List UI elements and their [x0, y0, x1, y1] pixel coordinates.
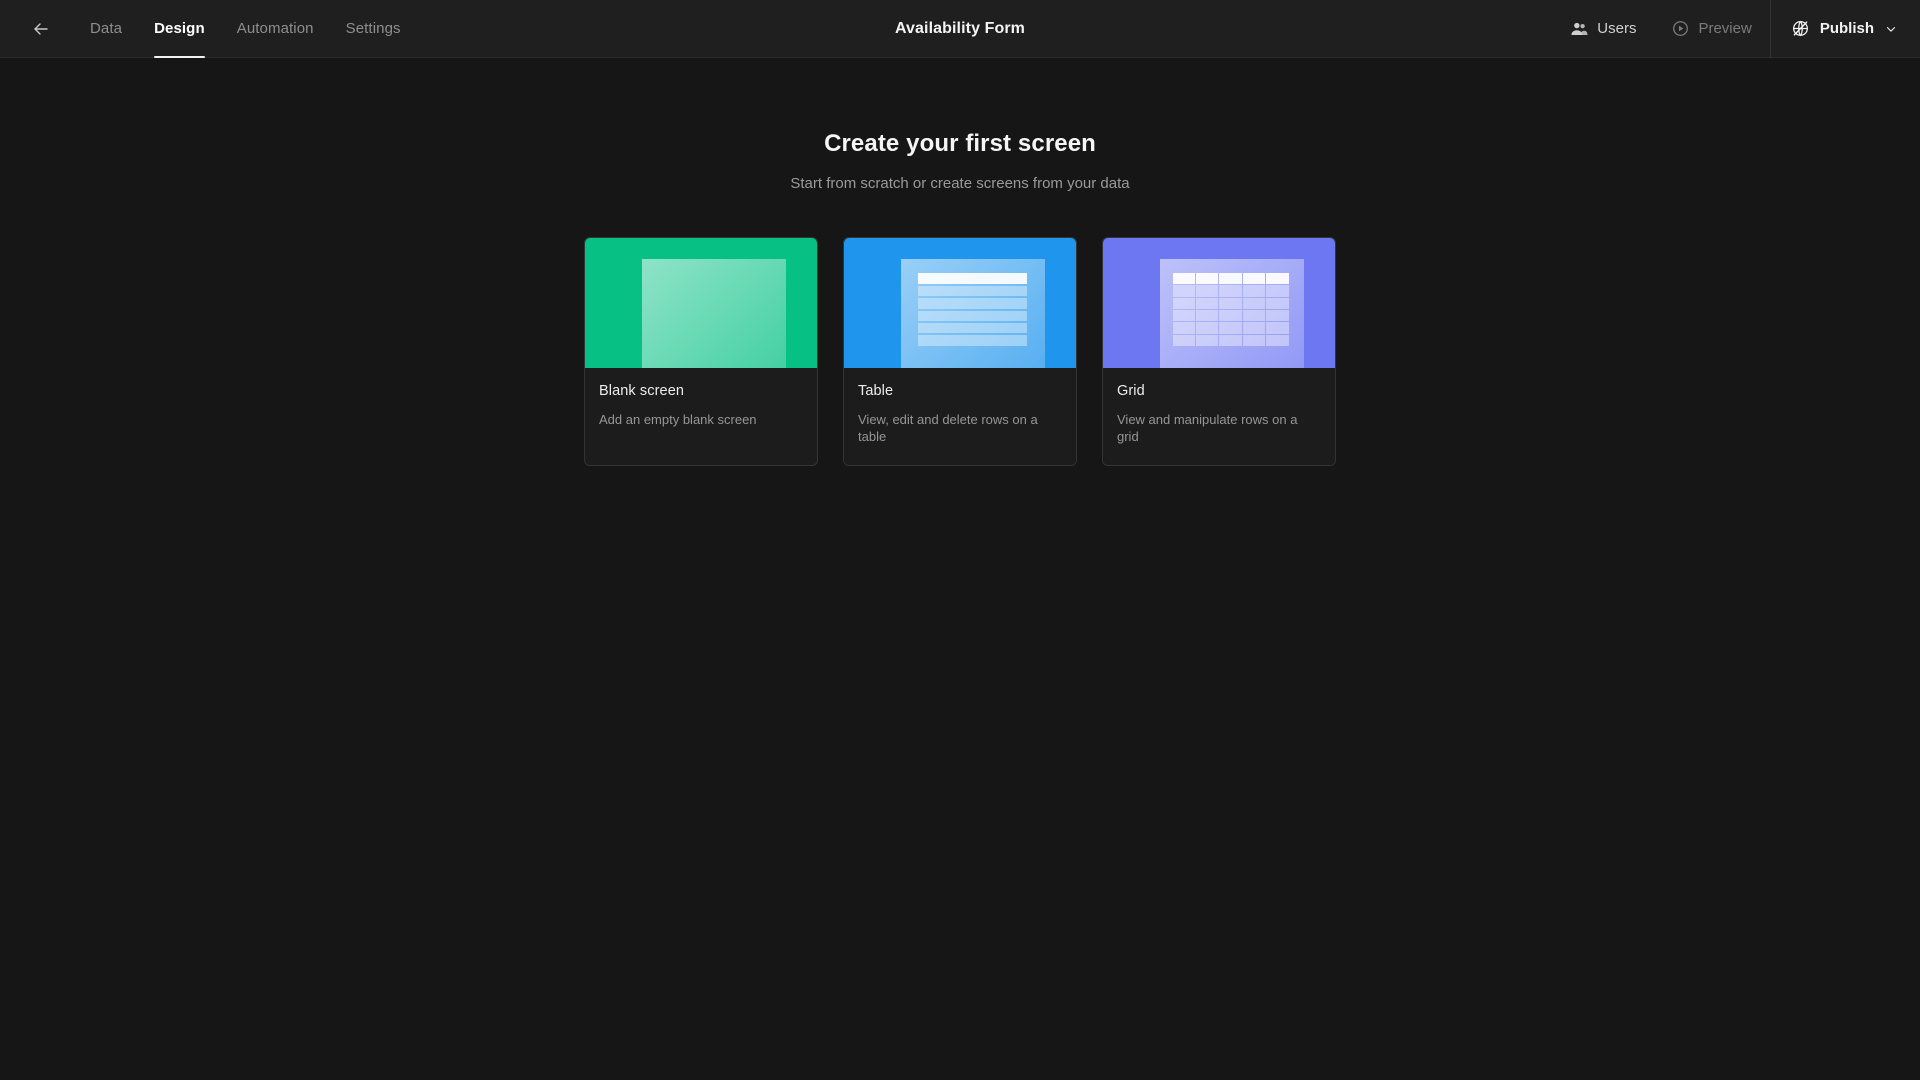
table-thumb-row — [918, 335, 1028, 346]
grid-thumbnail — [1103, 238, 1335, 368]
users-label: Users — [1597, 20, 1637, 37]
grid-thumb-header-cell — [1195, 273, 1219, 285]
users-button[interactable]: Users — [1552, 0, 1654, 57]
table-thumb-row — [918, 310, 1028, 321]
card-blank-screen-description: Add an empty blank screen — [599, 412, 757, 427]
grid-thumb-cell — [1195, 297, 1219, 309]
grid-thumb-header-cell — [1219, 273, 1242, 285]
grid-thumb-cell — [1172, 322, 1195, 334]
users-icon — [1570, 20, 1588, 38]
tab-design[interactable]: Design — [138, 0, 221, 58]
table-thumb-row — [918, 298, 1028, 309]
grid-thumb-cell — [1195, 285, 1219, 297]
card-table-description: View, edit and delete rows on a table — [858, 412, 1038, 444]
grid-thumb-cell — [1266, 297, 1289, 309]
table-thumb-row — [918, 322, 1028, 334]
table-thumb-rows — [918, 273, 1028, 346]
grid-thumb-cell — [1172, 285, 1195, 297]
tab-settings[interactable]: Settings — [330, 0, 417, 57]
arrow-left-icon — [31, 19, 51, 39]
page-subtitle: Start from scratch or create screens fro… — [790, 175, 1130, 192]
grid-thumb-cell — [1266, 322, 1289, 334]
grid-thumb-cell — [1242, 297, 1266, 309]
grid-thumb-cell — [1195, 334, 1219, 346]
blank-screen-thumbnail — [585, 238, 817, 368]
publish-label: Publish — [1819, 20, 1874, 37]
grid-thumb-cell — [1195, 309, 1219, 322]
card-table-title: Table — [858, 383, 894, 399]
grid-thumb-header-cell — [1266, 273, 1289, 285]
tab-data[interactable]: Data — [74, 0, 138, 57]
preview-label: Preview — [1698, 20, 1752, 37]
grid-thumb-cell — [1266, 309, 1289, 322]
card-blank-screen[interactable]: Blank screen Add an empty blank screen — [584, 237, 818, 466]
main-nav-tabs: Data Design Automation Settings — [74, 0, 417, 58]
card-grid-title: Grid — [1117, 383, 1145, 399]
tab-automation-label: Automation — [236, 20, 314, 37]
card-grid[interactable]: Grid View and manipulate rows on a grid — [1102, 237, 1336, 466]
grid-thumb-cell — [1242, 285, 1266, 297]
card-table[interactable]: Table View, edit and delete rows on a ta… — [843, 237, 1077, 466]
grid-thumb-cell — [1219, 285, 1242, 297]
grid-thumb-cell — [1172, 297, 1195, 309]
blank-screen-thumb-shape — [641, 258, 786, 368]
grid-thumb-cell — [1266, 285, 1289, 297]
grid-thumb-cell — [1266, 334, 1289, 346]
grid-thumb-header-cell — [1242, 273, 1266, 285]
globe-slash-icon — [1791, 19, 1810, 38]
grid-thumb-cell — [1242, 322, 1266, 334]
card-grid-body: Grid View and manipulate rows on a grid — [1103, 368, 1335, 465]
grid-thumb-cell — [1219, 297, 1242, 309]
tab-automation[interactable]: Automation — [221, 0, 330, 57]
card-blank-screen-body: Blank screen Add an empty blank screen — [585, 368, 817, 448]
tab-settings-label: Settings — [345, 20, 401, 37]
grid-thumb-cell — [1195, 322, 1219, 334]
card-grid-description: View and manipulate rows on a grid — [1117, 412, 1298, 444]
grid-thumb-cells — [1172, 273, 1289, 346]
table-thumb-header-row — [918, 273, 1028, 284]
chevron-down-icon[interactable] — [1884, 22, 1898, 36]
back-button[interactable] — [24, 12, 58, 46]
header-left-group: Data Design Automation Settings — [0, 0, 417, 58]
grid-thumb-header-cell — [1172, 273, 1195, 285]
screen-template-card-row: Blank screen Add an empty blank screen T… — [584, 237, 1336, 466]
page-title: Create your first screen — [824, 130, 1096, 157]
top-header-bar: Data Design Automation Settings Availabi… — [0, 0, 1920, 58]
grid-thumb-cell — [1219, 334, 1242, 346]
card-table-body: Table View, edit and delete rows on a ta… — [844, 368, 1076, 465]
header-right-group: Users Preview Publish — [1552, 0, 1920, 58]
table-thumbnail — [844, 238, 1076, 368]
tab-design-label: Design — [154, 20, 205, 37]
main-content-area: Create your first screen Start from scra… — [0, 58, 1920, 1080]
tab-data-label: Data — [90, 20, 123, 37]
grid-thumb-cell — [1219, 309, 1242, 322]
table-thumb-row — [918, 285, 1028, 297]
card-blank-screen-title: Blank screen — [599, 383, 685, 399]
play-circle-icon — [1672, 20, 1689, 37]
grid-thumb-cell — [1242, 309, 1266, 322]
preview-button[interactable]: Preview — [1654, 0, 1769, 57]
publish-button[interactable]: Publish — [1771, 0, 1920, 57]
grid-thumb-cell — [1172, 334, 1195, 346]
grid-thumb-cell — [1172, 309, 1195, 322]
grid-thumb-cell — [1242, 334, 1266, 346]
grid-thumb-cell — [1219, 322, 1242, 334]
